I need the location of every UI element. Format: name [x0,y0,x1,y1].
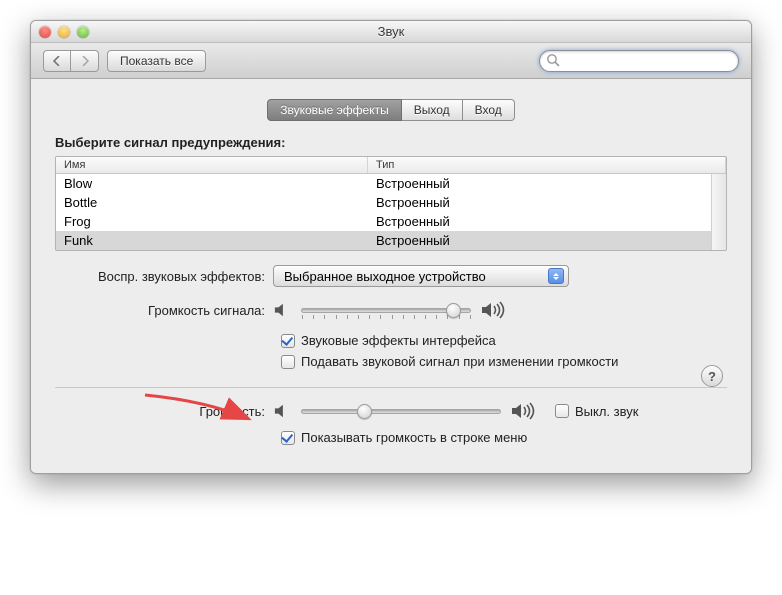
column-name[interactable]: Имя [56,157,368,173]
tab-bar: Звуковые эффекты Выход Вход [55,99,727,121]
output-volume-label: Громкость: [55,404,273,419]
mute-label: Выкл. звук [575,404,638,419]
nav-buttons [43,50,99,72]
window-controls [39,26,89,38]
help-button[interactable]: ? [701,365,723,387]
search-input[interactable] [539,50,739,72]
ui-sounds-checkbox[interactable] [281,334,295,348]
table-row[interactable]: Frog Встроенный [56,212,726,231]
volume-feedback-checkbox[interactable] [281,355,295,369]
playthrough-value: Выбранное выходное устройство [284,269,486,284]
playthrough-popup[interactable]: Выбранное выходное устройство [273,265,569,287]
menubar-volume-label: Показывать громкость в строке меню [301,430,527,445]
tab-sound-effects[interactable]: Звуковые эффекты [267,99,401,121]
sound-prefs-window: Звук Показать все Звуковые эффекты Выход… [30,20,752,474]
alert-volume-label: Громкость сигнала: [55,303,273,318]
scrollbar[interactable] [711,174,726,250]
close-icon[interactable] [39,26,51,38]
chevron-left-icon [53,56,61,66]
speaker-high-icon [481,301,507,319]
chevron-right-icon [81,56,89,66]
search-icon [546,53,560,67]
tab-output[interactable]: Выход [402,99,463,121]
content-area: Звуковые эффекты Выход Вход Выберите сиг… [31,79,751,473]
table-row[interactable]: Funk Встроенный [56,231,726,250]
output-volume-slider[interactable] [301,409,501,414]
alert-sounds-table: Имя Тип Blow Встроенный Bottle Встроенны… [55,156,727,251]
column-type[interactable]: Тип [368,157,726,173]
menubar-volume-checkbox[interactable] [281,431,295,445]
volume-feedback-label: Подавать звуковой сигнал при изменении г… [301,354,618,369]
toolbar: Показать все [31,43,751,79]
titlebar: Звук [31,21,751,43]
table-row[interactable]: Bottle Встроенный [56,193,726,212]
back-button[interactable] [43,50,71,72]
speaker-high-icon [511,402,537,420]
playthrough-label: Воспр. звуковых эффектов: [55,269,273,284]
window-title: Звук [31,24,751,39]
zoom-icon[interactable] [77,26,89,38]
ui-sounds-label: Звуковые эффекты интерфейса [301,333,496,348]
popup-arrows-icon [548,268,564,284]
show-all-button[interactable]: Показать все [107,50,206,72]
divider [55,387,727,388]
alert-volume-slider[interactable] [301,308,471,313]
speaker-low-icon [273,403,291,419]
mute-checkbox[interactable] [555,404,569,418]
speaker-low-icon [273,302,291,318]
minimize-icon[interactable] [58,26,70,38]
forward-button[interactable] [71,50,99,72]
alert-sound-prompt: Выберите сигнал предупреждения: [55,135,727,150]
table-row[interactable]: Blow Встроенный [56,174,726,193]
tab-input[interactable]: Вход [463,99,515,121]
